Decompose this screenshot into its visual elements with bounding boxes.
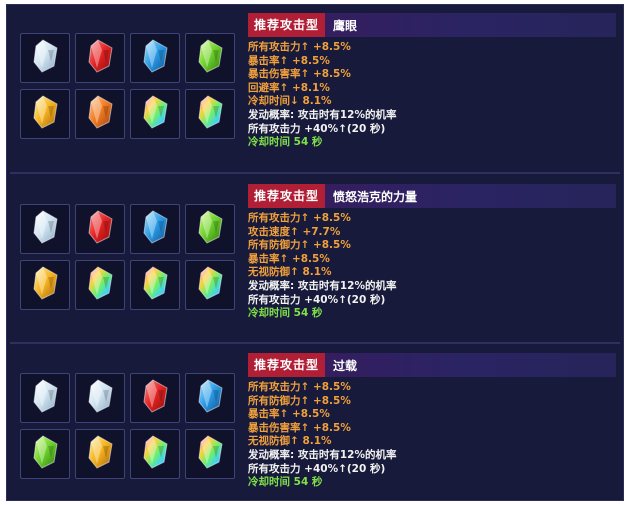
gem-slot[interactable] — [20, 204, 70, 254]
gem-grid — [20, 373, 235, 479]
stat-line: 所有攻击力↑ +8.5% — [248, 212, 351, 224]
green-gem-icon — [30, 434, 60, 474]
gem-slot[interactable] — [185, 260, 235, 310]
rainbow-gem-icon — [85, 265, 115, 305]
stat-line: 攻击速度↑ +7.7% — [248, 225, 341, 238]
silver-gem-icon — [30, 209, 60, 249]
build-title-bar: 推荐攻击型 过载 — [248, 353, 616, 377]
stat-line: 所有攻击力 +40%↑(20 秒) — [248, 462, 386, 475]
gem-slot[interactable] — [130, 204, 180, 254]
gem-slot[interactable] — [75, 260, 125, 310]
gem-slot[interactable] — [185, 89, 235, 139]
build-info: 推荐攻击型 过载 所有攻击力↑ +8.5% 所有防御力↑ +8.5% 暴击率↑ +8… — [248, 353, 616, 490]
panel-divider — [10, 172, 620, 174]
gem-slot[interactable] — [130, 373, 180, 423]
gem-grid — [20, 204, 235, 310]
gem-slot[interactable] — [75, 429, 125, 479]
stat-line: 所有攻击力↑ +8.5% — [248, 381, 351, 393]
gem-slot[interactable] — [20, 373, 70, 423]
rainbow-gem-icon — [195, 434, 225, 474]
stat-line: 暴击伤害率↑ +8.5% — [248, 68, 351, 81]
stat-line: 冷却时间 54 秒 — [248, 307, 323, 320]
panel-divider — [10, 342, 620, 344]
gem-slot[interactable] — [185, 33, 235, 83]
gem-slot[interactable] — [75, 204, 125, 254]
stat-line: 发动概率: 攻击时有12%的机率 — [248, 108, 397, 121]
gem-slot[interactable] — [20, 33, 70, 83]
gem-slot[interactable] — [75, 33, 125, 83]
build-name: 过载 — [333, 358, 358, 373]
silver-gem-icon — [85, 378, 115, 418]
stat-line: 所有防御力↑ +8.5% — [248, 394, 351, 407]
gem-slot[interactable] — [185, 429, 235, 479]
gem-slot[interactable] — [130, 89, 180, 139]
build-type-tag: 推荐攻击型 — [248, 184, 326, 208]
orange-gem-icon — [85, 94, 115, 134]
stat-line: 冷却时间 54 秒 — [248, 476, 323, 489]
blue-gem-icon — [195, 378, 225, 418]
rainbow-gem-icon — [195, 94, 225, 134]
build-title-bar: 推荐攻击型 愤怒浩克的力量 — [248, 184, 616, 208]
build-type-tag: 推荐攻击型 — [248, 13, 326, 37]
stat-line: 暴击伤害率↑ +8.5% — [248, 421, 351, 434]
stat-line: 暴击率↑ +8.5% — [248, 54, 330, 67]
gem-slot[interactable] — [20, 260, 70, 310]
build-type-tag: 推荐攻击型 — [248, 353, 326, 377]
stat-line: 暴击率↑ +8.5% — [248, 408, 330, 421]
stat-line: 冷却时间↓ 8.1% — [248, 95, 332, 108]
red-gem-icon — [140, 378, 170, 418]
build-title-bar: 推荐攻击型 鹰眼 — [248, 13, 616, 37]
build-name: 愤怒浩克的力量 — [333, 189, 418, 204]
stat-list: 所有攻击力↑ +8.5% 攻击速度↑ +7.7% 所有防御力↑ +8.5% 暴击率↑ … — [248, 212, 616, 321]
stat-line: 发动概率: 攻击时有12%的机率 — [248, 448, 397, 461]
gem-slot[interactable] — [130, 33, 180, 83]
stat-line: 回避率↑ +8.1% — [248, 81, 330, 94]
stat-line: 无视防御↑ 8.1% — [248, 266, 332, 279]
gold-gem-icon — [85, 434, 115, 474]
red-gem-icon — [85, 38, 115, 78]
blue-gem-icon — [140, 38, 170, 78]
gem-slot[interactable] — [20, 429, 70, 479]
gem-slot[interactable] — [130, 429, 180, 479]
build-info: 推荐攻击型 愤怒浩克的力量 所有攻击力↑ +8.5% 攻击速度↑ +7.7% 所有防… — [248, 184, 616, 321]
silver-gem-icon — [30, 38, 60, 78]
gold-gem-icon — [30, 265, 60, 305]
gem-slot[interactable] — [75, 373, 125, 423]
red-gem-icon — [85, 209, 115, 249]
stat-line: 暴击率↑ +8.5% — [248, 252, 330, 265]
rainbow-gem-icon — [140, 265, 170, 305]
stat-line: 所有攻击力 +40%↑(20 秒) — [248, 293, 386, 306]
stat-list: 所有攻击力↑ +8.5% 暴击率↑ +8.5% 暴击伤害率↑ +8.5% 回避率↑ +… — [248, 41, 616, 150]
rainbow-gem-icon — [195, 265, 225, 305]
build-name: 鹰眼 — [333, 18, 358, 33]
stat-line: 所有防御力↑ +8.5% — [248, 239, 351, 252]
stat-line: 发动概率: 攻击时有12%的机率 — [248, 279, 397, 292]
gem-slot[interactable] — [130, 260, 180, 310]
green-gem-icon — [195, 209, 225, 249]
stat-line: 所有攻击力 +40%↑(20 秒) — [248, 122, 386, 135]
stat-list: 所有攻击力↑ +8.5% 所有防御力↑ +8.5% 暴击率↑ +8.5% 暴击伤害率↑… — [248, 381, 616, 490]
gem-slot[interactable] — [185, 373, 235, 423]
silver-gem-icon — [30, 378, 60, 418]
rainbow-gem-icon — [140, 434, 170, 474]
stat-line: 无视防御↑ 8.1% — [248, 435, 332, 448]
gem-slot[interactable] — [20, 89, 70, 139]
stat-line: 冷却时间 54 秒 — [248, 136, 323, 149]
gold-gem-icon — [30, 94, 60, 134]
build-info: 推荐攻击型 鹰眼 所有攻击力↑ +8.5% 暴击率↑ +8.5% 暴击伤害率↑ +8… — [248, 13, 616, 150]
gem-grid — [20, 33, 235, 139]
gem-slot[interactable] — [75, 89, 125, 139]
blue-gem-icon — [140, 209, 170, 249]
gem-slot[interactable] — [185, 204, 235, 254]
rainbow-gem-icon — [140, 94, 170, 134]
green-gem-icon — [195, 38, 225, 78]
stat-line: 所有攻击力↑ +8.5% — [248, 41, 351, 53]
